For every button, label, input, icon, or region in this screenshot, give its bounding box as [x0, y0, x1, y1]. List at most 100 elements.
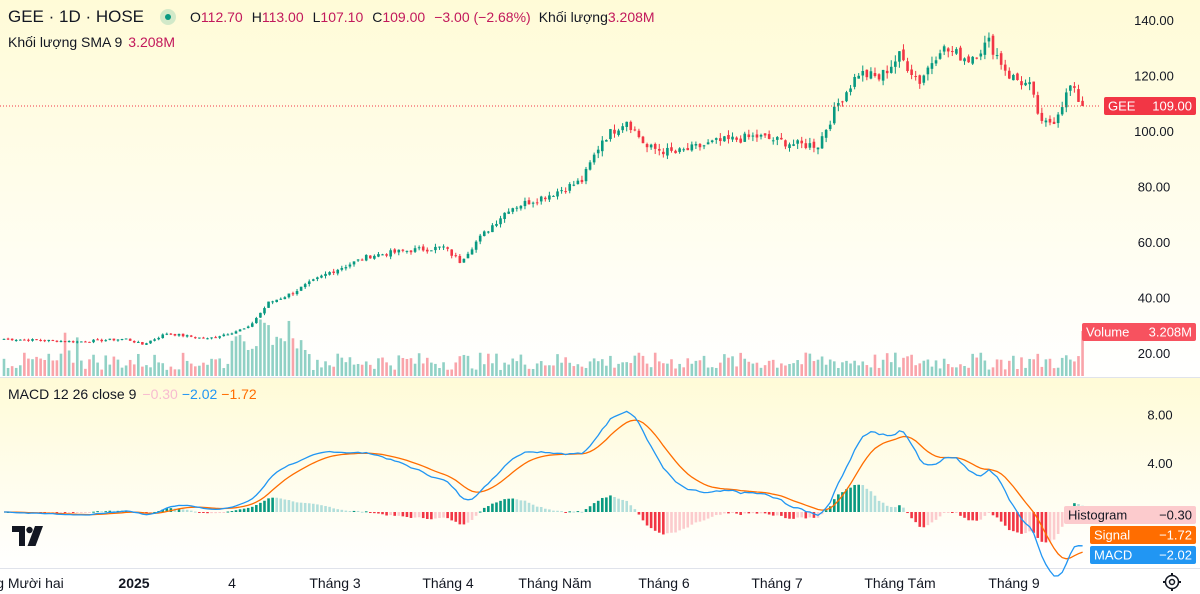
candle-body [43, 340, 46, 342]
candle-body [971, 56, 974, 64]
candle-body [955, 49, 958, 54]
volume-bar [1060, 357, 1064, 376]
macd-histogram-bar [222, 512, 226, 513]
candle-body [352, 261, 356, 265]
candle-body [918, 75, 922, 84]
volume-bar [605, 365, 608, 376]
volume-bar [246, 349, 250, 376]
candle-body [80, 341, 83, 343]
volume-bar [682, 367, 685, 376]
macd-histogram-bar [979, 512, 983, 520]
candle-body [621, 126, 624, 131]
macd-histogram-bar [446, 512, 449, 519]
volume-bar [841, 362, 844, 376]
volume-bar [6, 367, 10, 376]
volume-bar [198, 365, 201, 376]
macd-histogram-bar [320, 505, 323, 512]
candle-body [1007, 70, 1011, 79]
candle-body [1012, 74, 1015, 81]
volume-bar [344, 362, 348, 376]
candle-body [116, 339, 120, 341]
macd-histogram-bar [316, 504, 319, 512]
candle-body [324, 273, 327, 276]
macd-histogram-bar [482, 507, 486, 512]
candle-body [719, 138, 722, 142]
candle-body [344, 267, 348, 269]
macd-tag-label: MACD [1094, 548, 1132, 563]
macd-histogram-bar [576, 511, 580, 513]
macd-pane-background [0, 378, 1200, 568]
chart-canvas[interactable]: 140.00 120.00 100.00 80.00 60.00 40.00 20.00 8.… [0, 0, 1200, 594]
tradingview-logo-icon[interactable] [10, 522, 46, 550]
candle-body [788, 144, 791, 149]
macd-histogram-bar [548, 509, 551, 512]
candle-body [149, 340, 152, 344]
volume-sma-legend[interactable]: Khối lượng SMA 9 3.208M [8, 34, 175, 50]
macd-histogram-bar [104, 511, 108, 513]
macd-histogram-bar [474, 512, 478, 516]
macd-histogram-bar [364, 511, 368, 513]
volume-bar [938, 368, 942, 376]
macd-histogram-bar [425, 512, 429, 519]
volume-bar [14, 367, 18, 376]
volume-bar [206, 364, 209, 376]
volume-bar [47, 353, 51, 376]
candle-body [914, 76, 917, 78]
macd-histogram-bar [71, 512, 75, 513]
macd-legend[interactable]: MACD 12 26 close 9 −0.30 −2.02 −1.72 [8, 386, 257, 402]
volume-bar [739, 352, 742, 376]
macd-signal-value: −1.72 [221, 386, 257, 402]
volume-bar [515, 361, 519, 376]
candle-body [527, 200, 531, 205]
time-axis-tick: Tháng 6 [638, 575, 690, 591]
volume-bar [991, 367, 995, 376]
candle-body [1020, 81, 1023, 86]
price-axis-tick: 140.00 [1134, 13, 1174, 28]
volume-bar [816, 359, 820, 376]
volume-bar [987, 369, 991, 376]
candle-body [568, 184, 572, 191]
volume-bar [328, 365, 331, 376]
candle-body [336, 269, 340, 274]
volume-bar [1056, 367, 1060, 376]
candle-body [397, 249, 401, 253]
candle-body [259, 312, 262, 318]
macd-histogram-bar [67, 512, 71, 513]
candle-body [995, 55, 999, 57]
volume-bar [763, 365, 767, 376]
macd-histogram-bar [531, 504, 535, 512]
macd-histogram-bar [214, 512, 217, 514]
candle-body [617, 130, 620, 135]
macd-histogram-bar [991, 512, 995, 516]
volume-bar [645, 363, 649, 376]
macd-histogram-bar [397, 512, 401, 516]
candle-body [881, 69, 885, 81]
macd-histogram-bar [332, 508, 335, 512]
candle-body [613, 129, 616, 134]
macd-histogram-bar [959, 512, 962, 516]
macd-histogram-bar [92, 511, 95, 513]
macd-histogram-bar [340, 509, 344, 512]
candle-body [421, 246, 425, 251]
candle-body [340, 268, 344, 270]
macd-histogram-bar [922, 512, 926, 528]
candle-body [926, 67, 930, 75]
gear-icon[interactable] [1162, 572, 1182, 592]
macd-histogram-bar [682, 512, 685, 529]
macd-histogram-bar [629, 505, 633, 512]
volume-bar [873, 354, 877, 376]
candle-body [202, 337, 205, 339]
volume-bar [421, 363, 425, 376]
volume-bar [804, 352, 808, 376]
macd-histogram-bar [535, 506, 539, 512]
volume-bar [995, 359, 999, 376]
candle-body [824, 129, 828, 138]
candle-body [299, 286, 303, 291]
candle-body [857, 75, 860, 79]
candle-body [1024, 82, 1027, 86]
volume-bar [849, 363, 852, 376]
candle-body [572, 184, 576, 186]
candle-body [169, 333, 173, 335]
macd-histogram-bar [621, 499, 624, 512]
symbol-title[interactable]: GEE · 1D · HOSE [8, 7, 144, 27]
